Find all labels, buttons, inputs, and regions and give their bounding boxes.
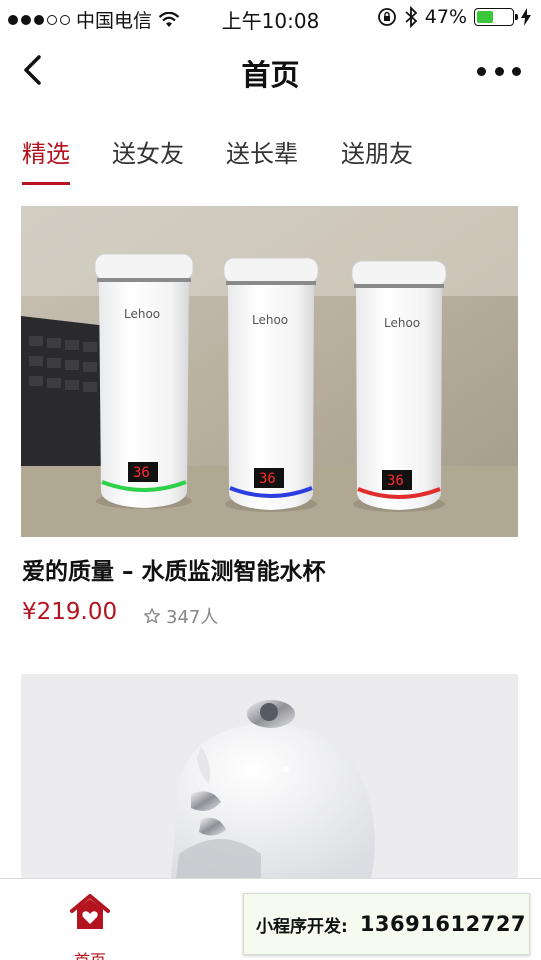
product-image-speaker[interactable] [21,674,518,878]
cup-display-value: 36 [259,471,276,487]
cup-display-value: 36 [387,473,404,489]
tab-for-girlfriend[interactable]: 送女友 [112,134,184,169]
cup-green: Lehoo 36 [94,253,194,509]
cup-display-value: 36 [133,465,150,481]
tab-featured[interactable]: 精选 [22,134,70,169]
battery-icon [474,8,518,26]
brand-text: Lehoo [384,316,420,330]
brand-text: Lehoo [252,313,288,327]
charging-icon [521,8,531,26]
status-right: 47% [377,6,531,28]
smart-cup-photo: Lehoo 36 Lehoo 36 Lehoo 36 [21,206,518,537]
battery-percent: 47% [424,6,467,28]
page-title: 首页 [241,58,300,92]
cup-blue: Lehoo 36 [223,257,319,512]
bluetooth-icon [405,6,418,28]
contact-label: 小程序开发: [256,916,348,937]
active-tab-indicator [22,182,70,185]
battery-level [477,11,493,23]
tab-for-elders[interactable]: 送长辈 [226,134,298,169]
product-image-smart-cup[interactable]: Lehoo 36 Lehoo 36 Lehoo 36 [21,206,518,537]
product-likes[interactable]: 347人 [143,603,218,629]
navigation-bar: 首页 [0,36,541,106]
product-title[interactable]: 爱的质量 – 水质监测智能水杯 [22,552,326,586]
category-tabs: 精选 送女友 送长辈 送朋友 [0,106,541,188]
cup-red: Lehoo 36 [351,260,447,512]
more-dot-icon [477,66,486,76]
more-dot-icon [512,66,521,76]
home-heart-icon [70,894,110,929]
contact-phone[interactable]: 13691612727 [360,912,526,936]
likes-count: 347人 [166,607,219,628]
contact-banner[interactable]: 小程序开发: 13691612727 [243,893,530,955]
tabbar-home[interactable]: 首页 [60,889,120,960]
tabbar-home-label: 首页 [60,947,120,960]
more-options-button[interactable] [477,56,521,86]
speaker-photo [21,674,518,878]
more-dot-icon [494,66,504,76]
star-outline-icon [143,608,161,624]
tab-for-friends[interactable]: 送朋友 [341,134,413,169]
rotation-lock-icon [377,8,396,26]
status-bar: 中国电信 上午10:08 47% [0,0,541,36]
product-price: ¥219.00 [22,599,118,625]
brand-text: Lehoo [124,307,160,321]
